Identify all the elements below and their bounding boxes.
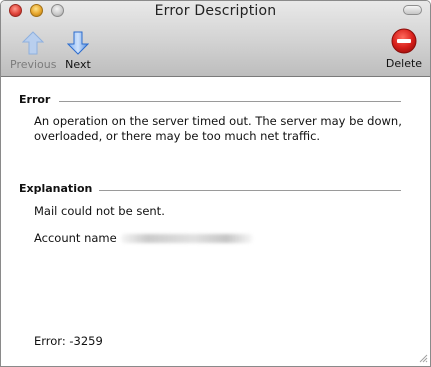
- previous-button[interactable]: Previous: [10, 31, 57, 71]
- error-message: An operation on the server timed out. Th…: [34, 114, 402, 144]
- error-description-window: Error Description Previous Next Delete E…: [0, 0, 431, 367]
- next-button[interactable]: Next: [61, 31, 95, 71]
- window-title: Error Description: [154, 3, 277, 19]
- error-heading: Error: [19, 93, 51, 106]
- explanation-heading: Explanation: [19, 182, 93, 195]
- error-message-line2: overloaded, or there may be too much net…: [34, 129, 321, 143]
- explanation-divider: [99, 190, 401, 191]
- title-toolbar: Error Description Previous Next Delete: [1, 1, 430, 77]
- up-arrow-icon: [22, 31, 44, 55]
- error-divider: [59, 101, 401, 102]
- resize-grip-icon[interactable]: [418, 353, 428, 363]
- explanation-detail: Mail could not be sent.: [34, 204, 165, 218]
- previous-label: Previous: [10, 58, 57, 71]
- down-arrow-icon: [67, 31, 89, 55]
- account-row: Account name: [34, 231, 253, 246]
- next-label: Next: [65, 58, 91, 71]
- redacted-account-value: [120, 234, 253, 243]
- error-message-line1: An operation on the server timed out. Th…: [34, 114, 402, 128]
- delete-button[interactable]: Delete: [385, 28, 423, 70]
- account-name-label: Account name: [34, 231, 117, 245]
- toolbar-toggle-button[interactable]: [403, 5, 422, 15]
- delete-icon: [391, 28, 417, 54]
- error-code: Error: -3259: [34, 334, 103, 348]
- delete-label: Delete: [385, 57, 423, 70]
